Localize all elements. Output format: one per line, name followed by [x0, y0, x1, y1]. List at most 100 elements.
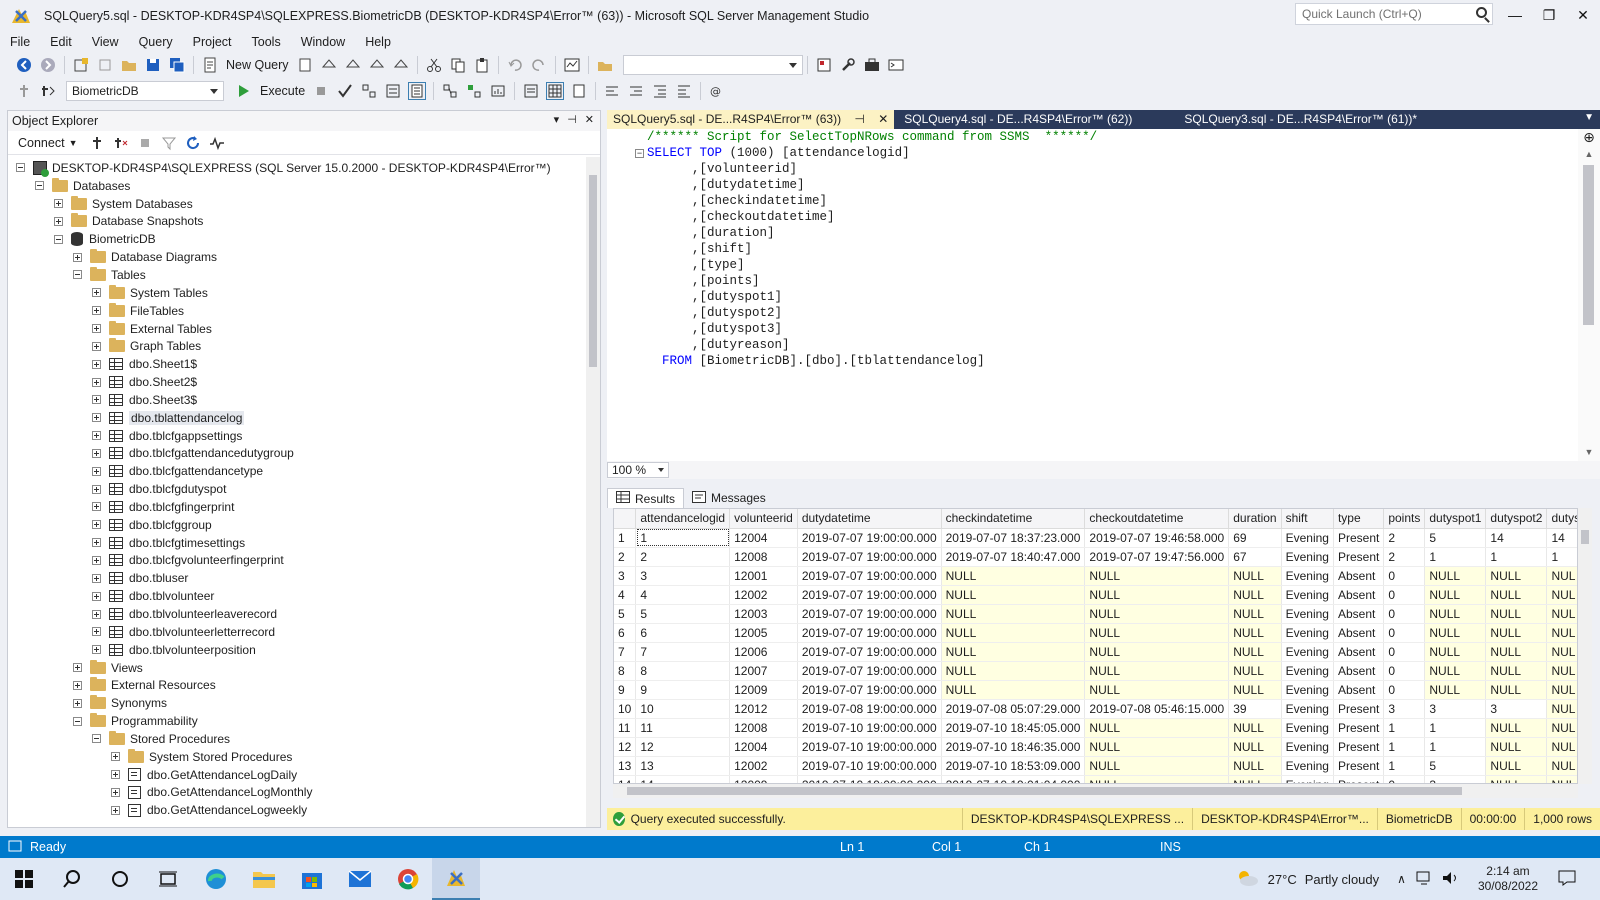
tree-node[interactable]: dbo.tblvolunteerletterrecord	[8, 623, 586, 641]
copy-icon[interactable]	[450, 57, 466, 73]
grid-cell[interactable]: 2019-07-10 18:46:35.000	[941, 737, 1086, 757]
tree-node[interactable]: Stored Procedures	[8, 730, 586, 748]
weather-description[interactable]: Partly cloudy	[1305, 872, 1379, 887]
stop-icon[interactable]	[313, 83, 329, 99]
expand-icon[interactable]	[92, 555, 101, 565]
grid-cell[interactable]: NULL	[941, 585, 1086, 605]
tree-node[interactable]: dbo.tblvolunteerleaverecord	[8, 605, 586, 623]
tree-node[interactable]: Tables	[8, 266, 586, 284]
expand-icon[interactable]	[92, 484, 101, 494]
grid-cell[interactable]: NULL	[941, 642, 1086, 662]
grid-column-header[interactable]: duration	[1228, 509, 1282, 529]
uncomment-lines-icon[interactable]	[628, 83, 644, 99]
grid-cell[interactable]: 5	[1424, 528, 1487, 548]
scroll-down-icon[interactable]: ▼	[1580, 447, 1598, 459]
scrollbar-thumb[interactable]	[1583, 165, 1594, 325]
grid-cell[interactable]: NULL	[1084, 680, 1230, 700]
collapse-icon[interactable]	[73, 716, 82, 726]
grid-cell[interactable]: NUL	[1546, 756, 1577, 776]
ssms-taskbar-icon[interactable]	[432, 858, 480, 900]
chevron-down-icon[interactable]: ▼	[69, 138, 78, 148]
grid-cell[interactable]: NULL	[1228, 604, 1282, 624]
grid-cell[interactable]: Evening	[1281, 680, 1334, 700]
results-to-text-icon[interactable]	[523, 83, 539, 99]
row-number[interactable]: 9	[614, 680, 637, 700]
grid-cell[interactable]: 2019-07-08 19:00:00.000	[797, 699, 942, 719]
tree-node[interactable]: dbo.tblcfgtimesettings	[8, 534, 586, 552]
tab-sqlquery4[interactable]: SQLQuery4.sql - DE...R4SP4\Error™ (62))	[898, 110, 1138, 129]
grid-cell[interactable]: 2	[635, 547, 731, 567]
grid-cell[interactable]: NULL	[1424, 680, 1487, 700]
row-number[interactable]: 13	[614, 756, 637, 776]
tree-node[interactable]: dbo.tblvolunteer	[8, 587, 586, 605]
connect-dropdown-button[interactable]: Connect	[18, 136, 65, 150]
grid-cell[interactable]: 2019-07-10 18:53:09.000	[941, 756, 1086, 776]
expand-icon[interactable]	[92, 645, 101, 655]
new-project-icon[interactable]	[73, 57, 89, 73]
grid-cell[interactable]: 12004	[729, 528, 798, 548]
execute-button[interactable]: Execute	[260, 84, 305, 98]
grid-cell[interactable]: 3	[1485, 699, 1548, 719]
table-row[interactable]: 10 10 12012 2019-07-08 19:00:00.000 2019-07-…	[614, 699, 1577, 719]
grid-cell[interactable]: 14	[1485, 528, 1548, 548]
grid-cell[interactable]: Evening	[1281, 623, 1334, 643]
tab-sqlquery5[interactable]: SQLQuery5.sql - DE...R4SP4\Error™ (63)) …	[607, 110, 895, 129]
grid-cell[interactable]: 14	[1546, 528, 1577, 548]
grid-cell[interactable]: NULL	[1228, 737, 1282, 757]
row-number[interactable]: 11	[614, 718, 637, 738]
redo-icon[interactable]	[531, 57, 547, 73]
grid-cell[interactable]: 12008	[729, 547, 798, 567]
grid-cell[interactable]: 3	[1424, 699, 1487, 719]
row-number[interactable]: 10	[614, 699, 637, 719]
grid-cell[interactable]: 0	[1383, 566, 1426, 586]
menu-view[interactable]: View	[82, 35, 129, 49]
tree-node[interactable]: dbo.tblcfgdutyspot	[8, 480, 586, 498]
tree-node[interactable]: FileTables	[8, 302, 586, 320]
grid-cell[interactable]: 2019-07-10 19:00:00.000	[797, 718, 942, 738]
grid-cell[interactable]: 0	[1383, 642, 1426, 662]
editor-horizontal-scrollbar[interactable]	[685, 465, 1565, 475]
table-row[interactable]: 13 13 12002 2019-07-10 19:00:00.000 2019-07-…	[614, 756, 1577, 776]
tab-overflow-dropdown-icon[interactable]: ▼	[1584, 112, 1594, 123]
grid-cell[interactable]: NUL	[1546, 737, 1577, 757]
grid-cell[interactable]: Evening	[1281, 585, 1334, 605]
grid-cell[interactable]: NULL	[1228, 566, 1282, 586]
grid-cell[interactable]: 1	[1383, 737, 1426, 757]
tree-node[interactable]: dbo.GetAttendanceLogMonthly	[8, 784, 586, 802]
grid-cell[interactable]: Absent	[1333, 585, 1385, 605]
grid-cell[interactable]: 1	[1383, 718, 1426, 738]
tree-node[interactable]: System Stored Procedures	[8, 748, 586, 766]
close-button[interactable]: ✕	[1566, 0, 1600, 30]
expand-icon[interactable]	[92, 413, 101, 423]
grid-vertical-scrollbar[interactable]	[1578, 508, 1592, 784]
grid-cell[interactable]: 2019-07-07 19:47:56.000	[1084, 547, 1230, 567]
collapse-icon[interactable]	[54, 234, 63, 244]
grid-cell[interactable]: 10	[635, 699, 731, 719]
toolbox-icon[interactable]	[864, 57, 880, 73]
expand-icon[interactable]	[73, 680, 82, 690]
grid-cell[interactable]: 2019-07-10 19:00:00.000	[797, 737, 942, 757]
scrollbar-thumb[interactable]	[1581, 530, 1589, 544]
file-explorer-icon[interactable]	[240, 858, 288, 900]
connect-object-explorer-icon[interactable]	[89, 135, 105, 151]
grid-cell[interactable]: 12008	[729, 718, 798, 738]
expand-icon[interactable]	[92, 609, 101, 619]
activity-monitor-icon[interactable]	[209, 135, 225, 151]
tree-node[interactable]: Database Diagrams	[8, 248, 586, 266]
grid-cell[interactable]: NULL	[1084, 661, 1230, 681]
menu-query[interactable]: Query	[129, 35, 183, 49]
grid-cell[interactable]: 7	[635, 642, 731, 662]
weather-cloud-icon[interactable]	[1234, 868, 1260, 891]
grid-cell[interactable]: 0	[1383, 680, 1426, 700]
grid-cell[interactable]: NULL	[1485, 661, 1548, 681]
grid-cell[interactable]: 12	[635, 737, 731, 757]
grid-cell[interactable]: NULL	[1485, 737, 1548, 757]
grid-cell[interactable]: NULL	[1485, 604, 1548, 624]
grid-cell[interactable]: 4	[635, 585, 731, 605]
grid-cell[interactable]: NULL	[1424, 623, 1487, 643]
disconnect-icon[interactable]	[113, 135, 129, 151]
grid-cell[interactable]: 1	[635, 528, 731, 548]
table-row[interactable]: 5 5 12003 2019-07-07 19:00:00.000 NULL NULL NU…	[614, 604, 1577, 624]
expand-icon[interactable]	[92, 324, 101, 334]
grid-column-header[interactable]: checkoutdatetime	[1084, 509, 1230, 529]
